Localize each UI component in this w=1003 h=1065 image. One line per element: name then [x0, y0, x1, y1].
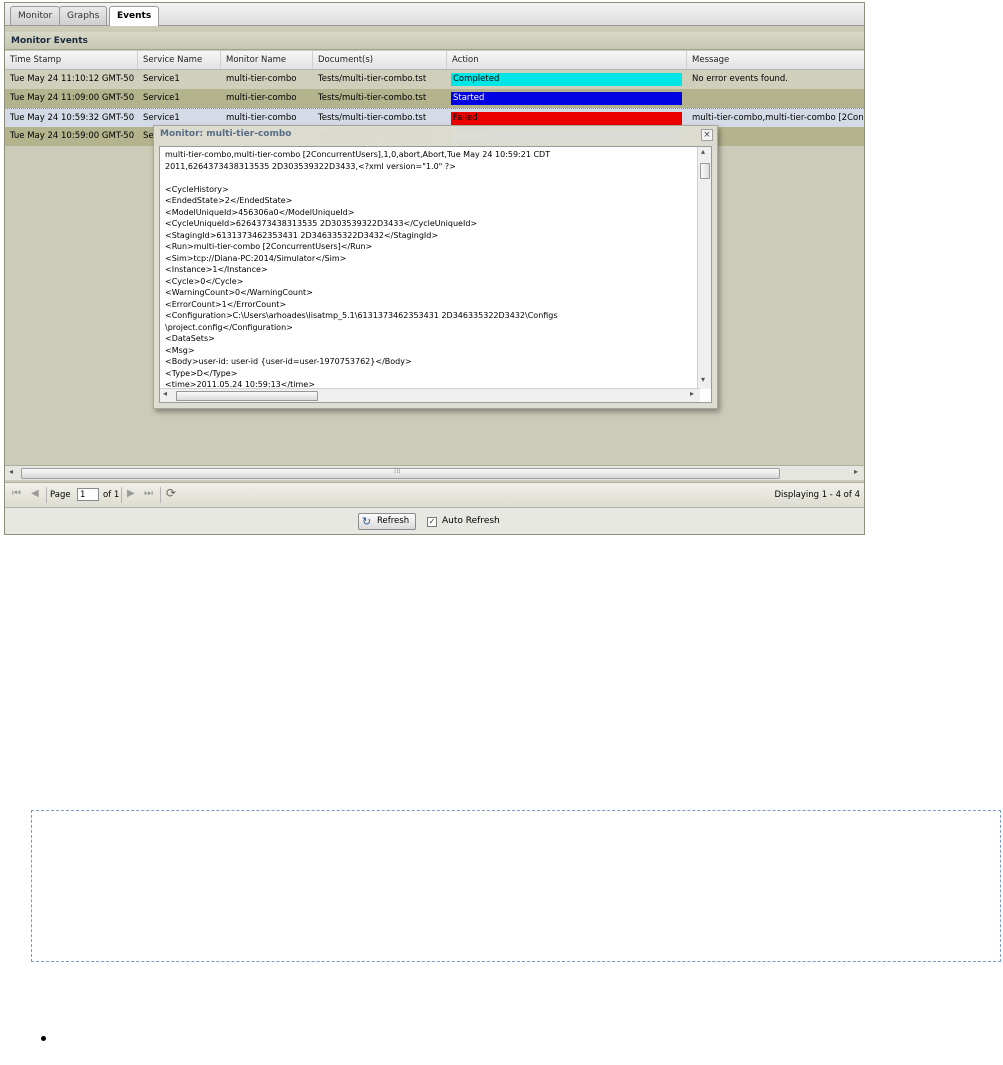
previous-page-icon[interactable]: ◀ — [31, 488, 39, 499]
scroll-left-icon[interactable]: ◂ — [163, 389, 167, 398]
grid-horizontal-scrollbar[interactable]: ◂ ⁞⁞⁞ ▸ — [5, 465, 864, 480]
cell-documents: Tests/multi-tier-combo.tst — [318, 74, 427, 84]
event-detail-textarea[interactable]: multi-tier-combo,multi-tier-combo [2Conc… — [159, 146, 712, 403]
event-detail-content: multi-tier-combo,multi-tier-combo [2Conc… — [165, 150, 558, 389]
auto-refresh-checkbox[interactable]: ✓ — [427, 517, 437, 527]
panel-title: Monitor Events — [5, 32, 864, 50]
textarea-horizontal-scroll-thumb[interactable] — [176, 391, 318, 401]
column-header-action[interactable]: Action — [447, 51, 687, 69]
table-row[interactable]: Tue May 24 11:09:00 GMT-50 Service1 multi-… — [5, 89, 864, 108]
reload-icon[interactable]: ⟳ — [166, 486, 176, 500]
event-detail-dialog: Monitor: multi-tier-combo × multi-tier-c… — [153, 125, 718, 409]
footer-bar: ↻ Refresh ✓ Auto Refresh — [5, 508, 864, 534]
monitor-app-window: Monitor Graphs Events Monitor Events Tim… — [4, 2, 865, 535]
cell-time-stamp: Tue May 24 11:09:00 GMT-50 — [10, 93, 135, 103]
textarea-horizontal-scrollbar[interactable]: ◂ ▸ — [160, 388, 700, 402]
cell-service-name: Service1 — [143, 93, 180, 103]
page-count-label: of 1 — [103, 490, 120, 500]
column-header-message[interactable]: Message — [687, 51, 864, 69]
list-bullet — [41, 1036, 46, 1041]
display-count: Displaying 1 - 4 of 4 — [774, 490, 860, 500]
action-status-bar: Completed — [451, 73, 682, 86]
column-header-monitor-name[interactable]: Monitor Name — [221, 51, 313, 69]
grid-horizontal-scroll-thumb[interactable]: ⁞⁞⁞ — [21, 467, 780, 479]
cell-service-name: Service1 — [143, 74, 180, 84]
column-header-time-stamp[interactable]: Time Stamp — [5, 51, 138, 69]
page-number-input[interactable]: 1 — [77, 488, 99, 501]
cell-time-stamp: Tue May 24 10:59:32 GMT-50 — [10, 113, 135, 123]
grip-icon: ⁞⁞⁞ — [394, 467, 401, 475]
refresh-icon: ↻ — [362, 515, 372, 528]
page-label: Page — [50, 490, 71, 500]
action-status-bar: Failed — [451, 112, 682, 125]
cell-time-stamp: Tue May 24 10:59:00 GMT-50 — [10, 131, 135, 141]
table-row[interactable]: Tue May 24 11:10:12 GMT-50 Service1 multi-… — [5, 70, 864, 89]
cell-action: Completed — [447, 70, 687, 89]
tab-events[interactable]: Events — [109, 6, 160, 26]
cell-message — [687, 89, 864, 108]
column-header-service-name[interactable]: Service Name — [138, 51, 221, 69]
dashed-placeholder-box — [31, 810, 1001, 962]
textarea-vertical-scrollbar[interactable]: ▴ ▾ — [697, 147, 711, 389]
cell-monitor-name: multi-tier-combo — [226, 74, 297, 84]
paging-toolbar: ⏮ ◀ Page 1 of 1 ▶ ⏭ ⟳ Displaying 1 - 4 o… — [5, 482, 864, 508]
tab-monitor[interactable]: Monitor — [10, 6, 61, 25]
column-header-documents[interactable]: Document(s) — [313, 51, 447, 69]
scroll-left-icon[interactable]: ◂ — [9, 467, 13, 476]
grid-header: Time Stamp Service Name Monitor Name Doc… — [5, 51, 864, 70]
cell-monitor-name: multi-tier-combo — [226, 93, 297, 103]
action-status-bar: Started — [451, 92, 682, 105]
refresh-button-label: Refresh — [377, 516, 410, 526]
scroll-right-icon[interactable]: ▸ — [854, 467, 858, 476]
last-page-icon[interactable]: ⏭ — [144, 488, 153, 499]
toolbar-separator — [160, 487, 161, 503]
textarea-vertical-scroll-thumb[interactable] — [700, 163, 710, 179]
scroll-down-icon[interactable]: ▾ — [701, 375, 705, 384]
refresh-button[interactable]: ↻ Refresh — [358, 513, 416, 530]
dialog-title: Monitor: multi-tier-combo — [160, 129, 292, 139]
toolbar-separator — [46, 487, 47, 503]
scroll-up-icon[interactable]: ▴ — [701, 147, 705, 156]
close-icon[interactable]: × — [701, 129, 713, 141]
tab-strip: Monitor Graphs Events — [5, 3, 864, 26]
scroll-right-icon[interactable]: ▸ — [690, 389, 694, 398]
first-page-icon[interactable]: ⏮ — [12, 488, 21, 499]
auto-refresh-label: Auto Refresh — [442, 516, 500, 526]
cell-documents: Tests/multi-tier-combo.tst — [318, 93, 427, 103]
cell-message: No error events found. — [692, 74, 788, 84]
next-page-icon[interactable]: ▶ — [127, 488, 135, 499]
tab-graphs[interactable]: Graphs — [59, 6, 108, 25]
cell-time-stamp: Tue May 24 11:10:12 GMT-50 — [10, 74, 135, 84]
cell-action: Started — [447, 89, 687, 108]
toolbar-separator — [121, 487, 122, 503]
